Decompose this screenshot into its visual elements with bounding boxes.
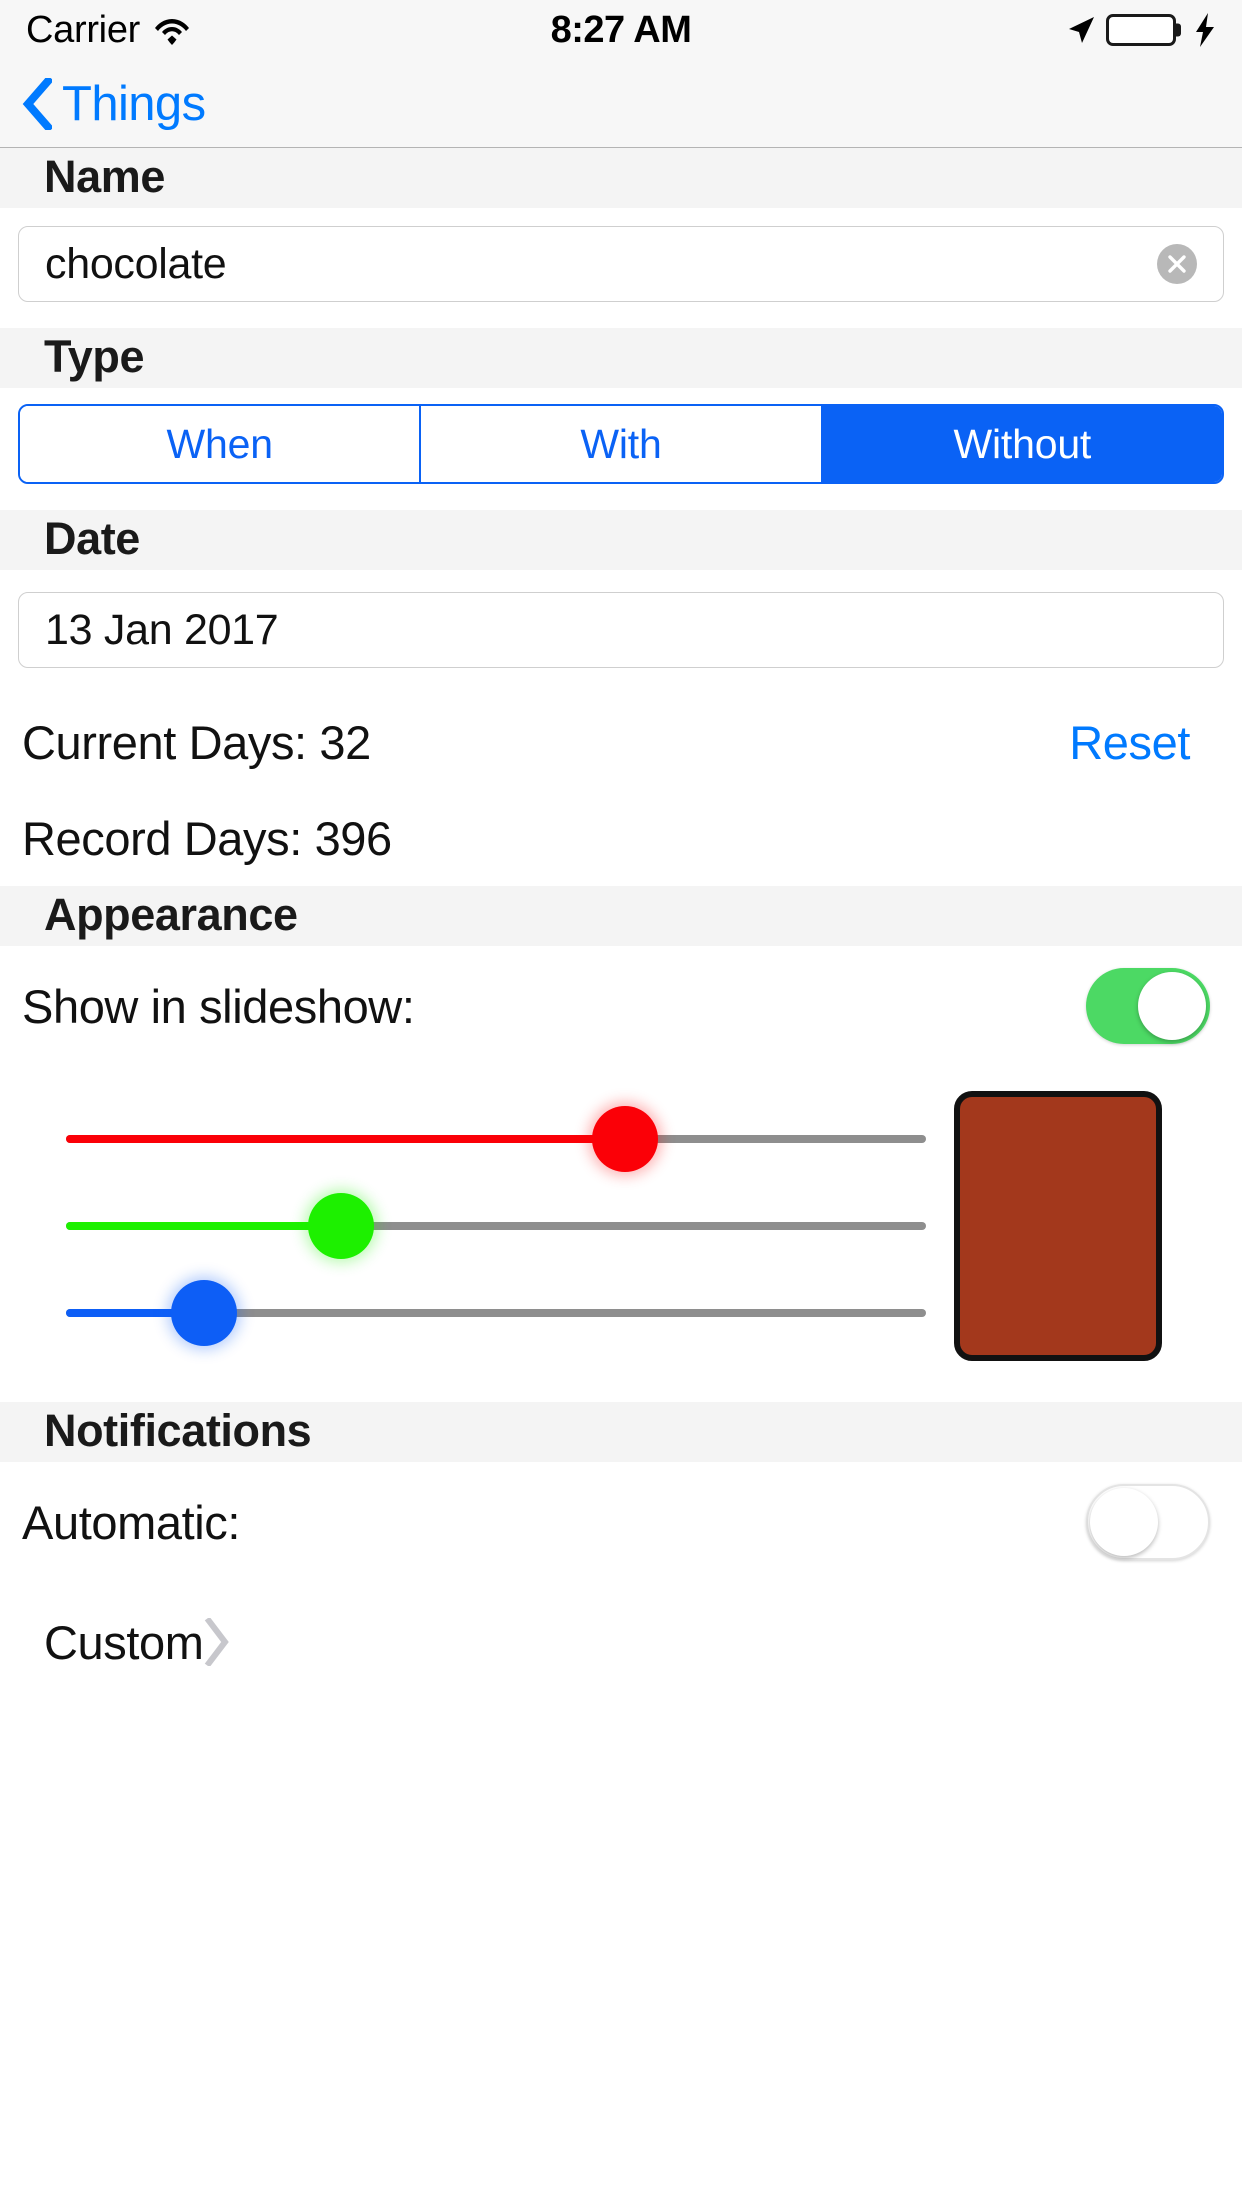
back-button[interactable]: Things <box>22 76 206 132</box>
navigation-bar: Things <box>0 60 1242 148</box>
status-bar-right <box>1066 13 1216 47</box>
chevron-right-icon <box>204 1618 230 1666</box>
type-segmented-wrap: When With Without <box>0 388 1242 484</box>
carrier-label: Carrier <box>26 8 141 51</box>
automatic-toggle[interactable] <box>1086 1484 1210 1560</box>
date-field-wrap: 13 Jan 2017 <box>0 570 1242 668</box>
blue-slider[interactable] <box>66 1280 926 1346</box>
chevron-left-icon <box>22 77 52 130</box>
clear-icon[interactable] <box>1157 244 1197 284</box>
record-days-row: Record Days: 396 <box>0 790 1242 886</box>
slideshow-row: Show in slideshow: <box>0 946 1242 1066</box>
automatic-row: Automatic: <box>0 1462 1242 1582</box>
segment-without[interactable]: Without <box>822 406 1222 482</box>
slider-track-fill <box>66 1135 625 1143</box>
date-input-value: 13 Jan 2017 <box>45 605 279 654</box>
custom-row[interactable]: Custom <box>0 1582 1242 1702</box>
type-segmented-control[interactable]: When With Without <box>18 404 1224 484</box>
slider-thumb[interactable] <box>592 1106 658 1172</box>
slider-thumb[interactable] <box>308 1193 375 1259</box>
red-slider[interactable] <box>66 1106 926 1172</box>
lightning-bolt-icon <box>1186 13 1216 47</box>
current-days-label: Current Days: 32 <box>22 715 371 769</box>
record-days-label: Record Days: 396 <box>22 811 392 865</box>
custom-label: Custom <box>44 1615 204 1669</box>
slideshow-toggle[interactable] <box>1086 968 1210 1044</box>
back-button-label: Things <box>62 76 206 131</box>
battery-icon <box>1106 14 1181 46</box>
section-header-type: Type <box>0 328 1242 388</box>
current-days-row: Current Days: 32 Reset <box>0 694 1242 790</box>
section-header-notifications: Notifications <box>0 1402 1242 1462</box>
slider-track-fill <box>66 1222 342 1230</box>
color-picker-area <box>0 1066 1242 1376</box>
battery-cap <box>1176 23 1181 37</box>
date-input[interactable]: 13 Jan 2017 <box>18 592 1224 668</box>
toggle-knob <box>1090 1488 1158 1556</box>
name-field-wrap: chocolate <box>0 208 1242 302</box>
slider-thumb[interactable] <box>170 1280 237 1346</box>
segment-when[interactable]: When <box>20 406 422 482</box>
segment-with[interactable]: With <box>421 406 823 482</box>
rgb-sliders <box>18 1106 954 1346</box>
reset-button[interactable]: Reset <box>1069 715 1190 770</box>
status-bar-left: Carrier <box>26 9 190 52</box>
section-header-name: Name <box>0 148 1242 208</box>
name-input[interactable]: chocolate <box>18 226 1224 302</box>
wifi-icon <box>154 15 190 45</box>
location-arrow-icon <box>1066 15 1096 45</box>
name-input-value: chocolate <box>45 239 227 288</box>
green-slider[interactable] <box>66 1193 926 1259</box>
section-header-appearance: Appearance <box>0 886 1242 946</box>
toggle-knob <box>1138 972 1206 1040</box>
status-bar: Carrier 8:27 AM <box>0 0 1242 60</box>
section-header-date: Date <box>0 510 1242 570</box>
automatic-label: Automatic: <box>22 1495 241 1549</box>
color-preview-swatch <box>954 1091 1162 1361</box>
slideshow-label: Show in slideshow: <box>22 979 415 1033</box>
